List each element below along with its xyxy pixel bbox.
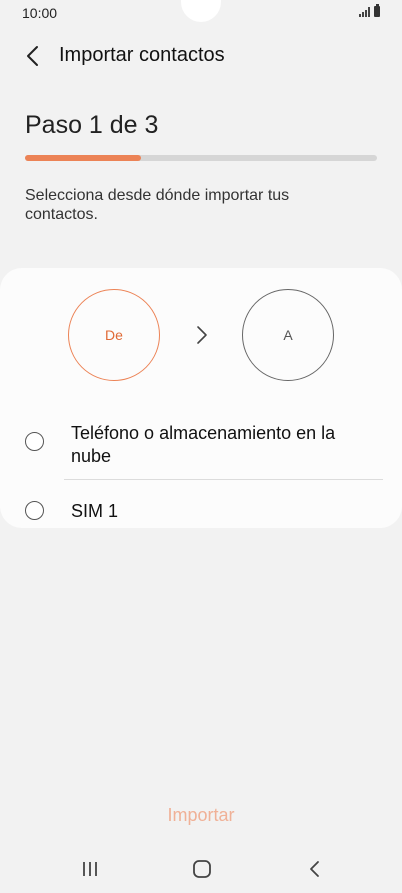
radio-button[interactable] bbox=[25, 432, 44, 451]
app-bar: Importar contactos bbox=[0, 32, 402, 80]
navigation-bar bbox=[0, 845, 402, 893]
radio-button[interactable] bbox=[25, 501, 44, 520]
instruction-text: Selecciona desde dónde importar tus cont… bbox=[25, 187, 290, 223]
signal-icon bbox=[359, 6, 370, 17]
divider bbox=[64, 479, 383, 480]
step-progress-bar bbox=[25, 155, 377, 161]
option-phone-cloud[interactable]: Teléfono o almacenamiento en la nube bbox=[0, 418, 402, 478]
page-title: Importar contactos bbox=[59, 44, 225, 66]
from-label: De bbox=[105, 327, 123, 343]
to-label: A bbox=[283, 327, 293, 343]
nav-back-icon[interactable] bbox=[302, 857, 328, 881]
from-circle: De bbox=[68, 289, 160, 381]
option-label: Teléfono o almacenamiento en la nube bbox=[71, 423, 336, 466]
option-label: SIM 1 bbox=[71, 501, 119, 521]
battery-icon bbox=[374, 4, 380, 17]
status-bar: 10:00 bbox=[0, 0, 402, 26]
camera-notch bbox=[181, 0, 221, 22]
chevron-right-icon bbox=[197, 326, 207, 344]
status-icons bbox=[359, 4, 380, 17]
import-button[interactable]: Importar bbox=[140, 800, 262, 830]
recent-apps-icon[interactable] bbox=[77, 857, 103, 881]
step-title: Paso 1 de 3 bbox=[25, 111, 159, 139]
to-circle: A bbox=[242, 289, 334, 381]
back-arrow-icon[interactable] bbox=[22, 44, 46, 68]
home-icon[interactable] bbox=[189, 857, 215, 881]
source-selection-card: De A Teléfono o almacenamiento en la nub… bbox=[0, 268, 402, 528]
step-progress-fill bbox=[25, 155, 142, 161]
option-sim-1[interactable]: SIM 1 bbox=[0, 490, 402, 528]
status-time: 10:00 bbox=[22, 5, 58, 21]
